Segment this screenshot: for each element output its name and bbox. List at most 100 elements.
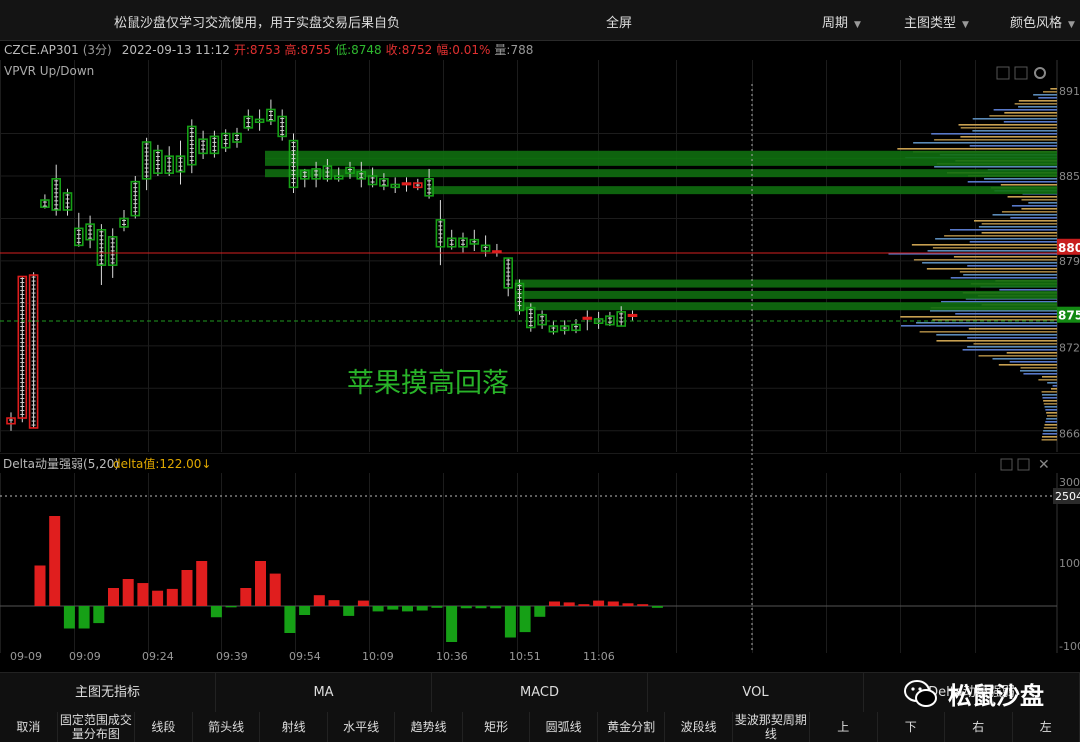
drawing-tool-button-6[interactable]: 趋势线 (395, 712, 463, 742)
color-style-menu[interactable]: 颜色风格 ▼ (1010, 12, 1075, 31)
volume-profile-bar (963, 274, 1057, 276)
candle (28, 272, 39, 429)
candle (401, 177, 412, 192)
volume-profile-bar (981, 223, 1057, 225)
candle (164, 146, 174, 176)
drawing-tool-button-0[interactable]: 取消 (0, 712, 58, 742)
drawing-tool-button-7[interactable]: 矩形 (463, 712, 531, 742)
volume-profile-bar (1046, 418, 1057, 420)
drawing-tool-button-8[interactable]: 圆弧线 (530, 712, 598, 742)
volume-profile-bar (998, 364, 1057, 366)
volume-profile-bar (1043, 430, 1057, 432)
vpvr-band (515, 302, 1057, 311)
bars-icon[interactable] (996, 66, 1010, 80)
drawing-tool-button-13[interactable]: 下 (878, 712, 945, 742)
volume-profile-bar (1028, 202, 1057, 204)
drawing-tool-button-12[interactable]: 上 (810, 712, 878, 742)
drawing-tool-button-11[interactable]: 斐波那契周期线 (733, 712, 810, 742)
copy-icon[interactable] (1017, 458, 1030, 471)
indicator-button-1[interactable]: MA (216, 673, 432, 713)
bars-icon[interactable] (1000, 458, 1013, 471)
indicator-button-2[interactable]: MACD (432, 673, 648, 713)
volume-profile-bar (967, 337, 1057, 339)
time-label: 10:51 (509, 650, 541, 663)
delta-axis-label: 3000 (1059, 476, 1080, 489)
panel-tools[interactable]: ✕ (1000, 457, 1050, 473)
drawing-tool-button-14[interactable]: 右 (945, 712, 1013, 742)
price-label: 8790 (1059, 255, 1080, 268)
delta-indicator-chart[interactable]: Delta动量强弱(5,20) delta值:122.00↓ ✕ 3000250… (0, 453, 1080, 653)
drawing-tool-button-10[interactable]: 波段线 (665, 712, 733, 742)
chart-annotation: 苹果摸高回落 (347, 368, 509, 399)
drawing-tool-button-2[interactable]: 线段 (135, 712, 193, 742)
volume-profile-bar (1043, 403, 1057, 405)
candle (492, 243, 502, 257)
volume-profile-bar (929, 310, 1057, 312)
delta-bar (446, 606, 458, 642)
delta-bar (240, 588, 252, 606)
gear-icon[interactable] (1034, 67, 1046, 79)
volume-profile-bar (927, 250, 1057, 252)
volume-profile-bar (978, 355, 1057, 357)
volume-profile-bar (960, 136, 1057, 138)
candlestick-chart[interactable]: VPVR Up/Down 苹果摸高回落 8910 8850 88008790 8752… (0, 60, 1080, 452)
time-axis: 09-09 09:09 09:24 09:39 09:54 10:09 10:36 10:51… (0, 647, 1080, 667)
candle (593, 311, 604, 329)
delta-bar (607, 601, 619, 606)
drawing-tool-button-15[interactable]: 左 (1013, 712, 1080, 742)
chart-type-menu[interactable]: 主图类型 ▼ (904, 12, 969, 31)
volume-profile-bar (972, 118, 1057, 120)
candle (209, 130, 220, 158)
delta-axis-label: 1000 (1059, 557, 1080, 570)
candle (119, 209, 129, 232)
volume-profile-bar (969, 241, 1057, 243)
delta-bar (152, 590, 164, 606)
time-label: 11:06 (583, 650, 615, 663)
volume-profile-bar (1020, 367, 1057, 369)
volume-profile-bar (1043, 427, 1057, 429)
volume-profile-bar (1047, 382, 1057, 384)
drawing-tool-button-5[interactable]: 水平线 (328, 712, 396, 742)
high-price: 高:8755 (284, 43, 332, 57)
price-label: 8910 (1059, 85, 1080, 98)
volume-profile-bar (1021, 199, 1057, 201)
volume-profile-bar (1045, 409, 1057, 411)
indicator-button-3[interactable]: VOL (648, 673, 864, 713)
delta-bar (137, 583, 149, 606)
volume-profile-bar (936, 334, 1057, 336)
delta-bar (402, 606, 413, 612)
volume-profile-bar (962, 349, 1057, 351)
delta-bar (49, 516, 61, 606)
drawing-tool-button-1[interactable]: 固定范围成交量分布图 (58, 712, 135, 742)
delta-bar (637, 604, 649, 606)
delta-bar (534, 606, 546, 617)
delta-bar (519, 606, 531, 633)
candle (266, 99, 276, 126)
volume-profile-bar (911, 244, 1057, 246)
vpvr-volume-profile (888, 88, 1057, 441)
volume-profile-bar (992, 214, 1057, 216)
vpvr-band (515, 279, 1057, 288)
volume-profile-bar (1042, 397, 1057, 399)
delta-bar (108, 588, 119, 606)
volume-profile-bar (1051, 388, 1057, 390)
volume-profile-bar (992, 358, 1057, 360)
delta-bar (387, 606, 399, 610)
disclaimer-text: 松鼠沙盘仅学习交流使用，用于实盘交易后果自负 (114, 16, 401, 31)
drawing-tool-button-3[interactable]: 箭头线 (193, 712, 261, 742)
fullscreen-button[interactable]: 全屏 (606, 12, 632, 31)
chevron-down-icon: ▼ (962, 20, 969, 30)
drawing-tool-button-4[interactable]: 射线 (260, 712, 328, 742)
panel-tools[interactable] (996, 66, 1046, 80)
time-label: 09:54 (289, 650, 321, 663)
vpvr-band (265, 150, 1057, 159)
volume-profile-bar (960, 127, 1057, 129)
drawing-tool-row: 取消 固定范围成交量分布图 线段 箭头线 射线 水平线 趋势线 矩形 圆弧线 黄金分割 波段线 斐波那… (0, 712, 1080, 742)
close-icon[interactable]: ✕ (1038, 457, 1050, 473)
datetime-label: 2022-09-13 11:12 (121, 43, 230, 57)
period-menu[interactable]: 周期 ▼ (822, 12, 861, 31)
volume-profile-bar (934, 139, 1057, 141)
copy-icon[interactable] (1014, 66, 1028, 80)
drawing-tool-button-9[interactable]: 黄金分割 (598, 712, 666, 742)
indicator-button-0[interactable]: 主图无指标 (0, 673, 216, 713)
